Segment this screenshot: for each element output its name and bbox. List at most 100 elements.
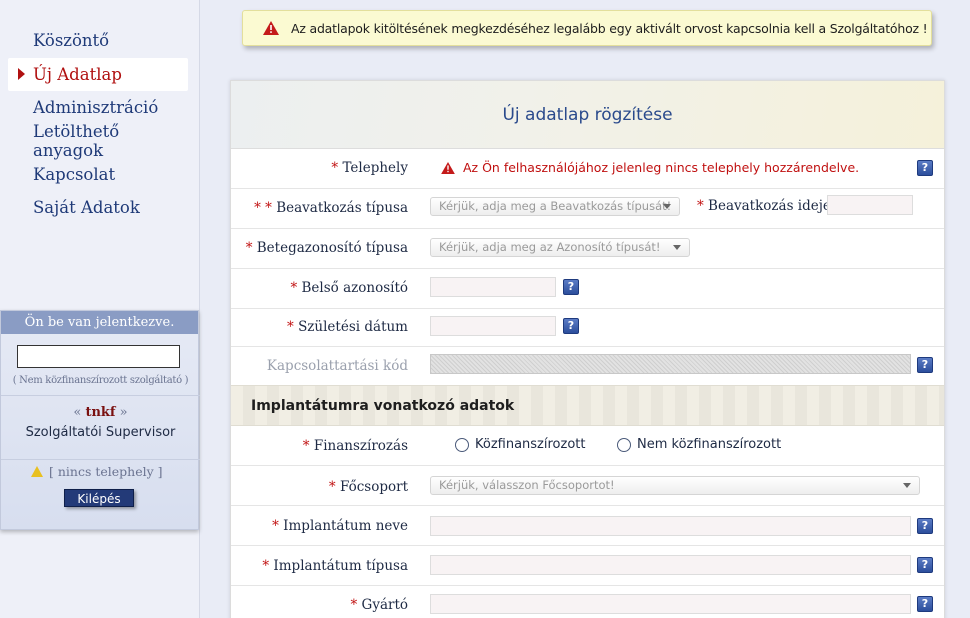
divider <box>1 395 200 396</box>
label-text: Beavatkozás típusa <box>276 200 408 216</box>
field-label: * Születési dátum <box>287 319 408 335</box>
select-placeholder: Kérjük, adja meg a Beavatkozás típusát! <box>439 199 672 213</box>
required-marker: * <box>287 319 294 335</box>
label-text: Beavatkozás ideje <box>708 198 831 214</box>
row-gyarto: * Gyártó ? <box>231 586 944 618</box>
nav-item-uj-adatlap[interactable]: Új Adatlap <box>8 58 188 91</box>
divider <box>1 459 200 460</box>
nav-item-koszonto[interactable]: Köszöntő <box>8 24 188 57</box>
section-title: Implantátumra vonatkozó adatok <box>251 398 515 414</box>
implantatum-neve-input[interactable] <box>430 516 911 536</box>
field-label: * Belső azonosító <box>290 280 408 296</box>
szuletesi-datum-input[interactable] <box>430 316 556 336</box>
warning-icon <box>263 21 279 35</box>
azonosito-tipusa-select[interactable]: Kérjük, adja meg az Azonosító típusát! <box>430 238 690 257</box>
section-header: Implantátumra vonatkozó adatok <box>231 385 944 426</box>
label-text: Betegazonosító típusa <box>256 240 408 256</box>
row-kapcsolattartasi-kod: Kapcsolattartási kód ? <box>231 347 944 385</box>
form-title: Új adatlap rögzítése <box>502 104 673 125</box>
site-status: [ nincs telephely ] <box>31 464 163 479</box>
implantatum-tipusa-input[interactable] <box>430 555 911 575</box>
site-status-text: [ nincs telephely ] <box>49 464 163 479</box>
row-betegazonosito: * Betegazonosító típusa Kérjük, adja meg… <box>231 229 944 269</box>
label-text: Implantátum neve <box>283 518 408 534</box>
field-label: * Implantátum neve <box>272 518 408 534</box>
radio-kozfinanszirozott[interactable]: Közfinanszírozott <box>455 437 585 452</box>
field-label: * Betegazonosító típusa <box>246 240 408 256</box>
field-label: * Telephely <box>331 160 408 176</box>
label-text: Telephely <box>342 160 408 176</box>
beavatkozas-ideje-input[interactable] <box>827 195 913 215</box>
logout-button[interactable]: Kilépés <box>64 489 134 507</box>
row-telephely: * Telephely Az Ön felhasználójához jelen… <box>231 149 944 189</box>
label-text: Születési dátum <box>298 319 408 335</box>
field-label: * * Beavatkozás típusa <box>254 200 408 216</box>
select-placeholder: Kérjük, adja meg az Azonosító típusát! <box>439 240 661 254</box>
help-icon[interactable]: ? <box>917 596 933 612</box>
field-label: Kapcsolattartási kód <box>267 358 408 374</box>
help-icon[interactable]: ? <box>917 518 933 534</box>
row-beavatkozas: * * Beavatkozás típusa Kérjük, adja meg … <box>231 189 944 229</box>
gyarto-input[interactable] <box>430 594 911 614</box>
chevron-down-icon <box>663 204 671 209</box>
radio-nem-kozfinanszirozott[interactable]: Nem közfinanszírozott <box>617 437 781 452</box>
alert-text: Az adatlapok kitöltésének megkezdéséhez … <box>291 20 928 36</box>
required-marker: * <box>245 240 253 256</box>
error-text: Az Ön felhasználójához jelenleg nincs te… <box>463 160 860 175</box>
row-belso-azonosito: * Belső azonosító ? <box>231 269 944 309</box>
user-name: tnkf <box>85 405 116 420</box>
required-marker: * <box>302 438 310 454</box>
alert-banner: Az adatlapok kitöltésének megkezdéséhez … <box>242 10 932 46</box>
help-icon[interactable]: ? <box>917 160 933 176</box>
help-icon[interactable]: ? <box>563 318 579 334</box>
nav-item-label: Letölthető anyagok <box>33 121 120 160</box>
radio-circle-icon <box>455 437 469 452</box>
radio-label: Közfinanszírozott <box>475 437 586 452</box>
provider-input[interactable] <box>17 345 180 368</box>
warning-icon <box>441 161 455 174</box>
label-text: Belső azonosító <box>301 280 408 296</box>
required-marker: * <box>272 518 279 534</box>
nav-item-label: Saját Adatok <box>33 198 140 217</box>
row-focsoport: * Főcsoport Kérjük, válasszon Főcsoporto… <box>231 466 944 506</box>
help-icon[interactable]: ? <box>917 357 933 373</box>
nav-item-letoltheto-anyagok[interactable]: Letölthető anyagok <box>8 121 188 160</box>
nav-item-kapcsolat[interactable]: Kapcsolat <box>8 158 188 191</box>
row-implantatum-neve: * Implantátum neve ? <box>231 506 944 546</box>
nav-item-adminisztracio[interactable]: Adminisztráció <box>8 91 188 124</box>
focsoport-select[interactable]: Kérjük, válasszon Főcsoportot! <box>430 476 920 495</box>
user-suffix: » <box>119 405 128 420</box>
sidebar: Köszöntő Új Adatlap Adminisztráció Letöl… <box>0 0 200 618</box>
row-finanszirozas: * Finanszírozás Közfinanszírozott Nem kö… <box>231 426 944 466</box>
required-marker: * <box>331 160 339 176</box>
field-label: * Implantátum típusa <box>262 558 408 574</box>
required-marker: * * <box>254 200 272 216</box>
login-status-box: Ön be van jelentkezve. ( Nem közfinanszí… <box>0 310 200 530</box>
login-header: Ön be van jelentkezve. <box>1 311 198 334</box>
radio-label: Nem közfinanszírozott <box>637 437 782 452</box>
required-marker: * <box>697 198 704 214</box>
row-implantatum-tipusa: * Implantátum típusa ? <box>231 546 944 586</box>
label-text: Gyártó <box>361 597 408 613</box>
user-line: « tnkf » <box>1 405 200 420</box>
telephely-error: Az Ön felhasználójához jelenleg nincs te… <box>441 160 859 175</box>
chevron-down-icon <box>903 483 911 488</box>
nav-item-label: Kapcsolat <box>33 165 116 184</box>
form-header: Új adatlap rögzítése <box>231 81 944 149</box>
provider-note: ( Nem közfinanszírozott szolgáltató ) <box>12 375 189 386</box>
belso-azonosito-input[interactable] <box>430 277 556 297</box>
field-label: * Főcsoport <box>329 479 408 495</box>
beavatkozas-tipusa-select[interactable]: Kérjük, adja meg a Beavatkozás típusát! <box>430 197 680 216</box>
help-icon[interactable]: ? <box>917 557 933 573</box>
nav-item-label: Új Adatlap <box>33 65 122 84</box>
nav-item-label: Adminisztráció <box>33 98 159 117</box>
radio-circle-icon <box>617 437 631 452</box>
kapcsolattartasi-kod-input <box>430 354 911 374</box>
select-placeholder: Kérjük, válasszon Főcsoportot! <box>439 478 615 492</box>
warning-icon <box>31 466 43 477</box>
nav-item-sajat-adatok[interactable]: Saját Adatok <box>8 191 188 224</box>
nav-item-label: Köszöntő <box>33 31 110 50</box>
label-text: Kapcsolattartási kód <box>266 358 408 374</box>
field-label: * Finanszírozás <box>303 438 408 454</box>
help-icon[interactable]: ? <box>563 279 579 295</box>
